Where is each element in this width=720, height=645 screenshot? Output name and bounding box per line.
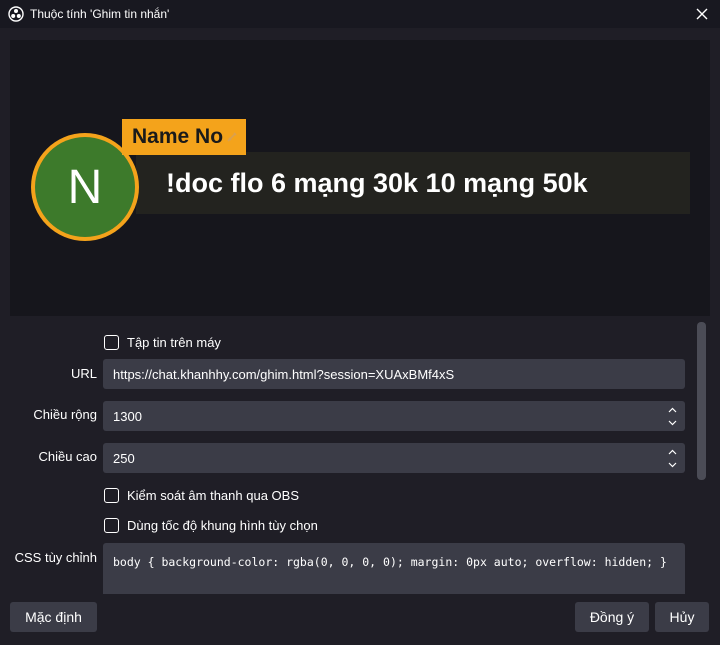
width-label: Chiều rộng bbox=[33, 407, 97, 422]
pinned-message-text: !doc flo 6 mạng 30k 10 mạng 50k bbox=[166, 167, 588, 198]
audio-control-option[interactable]: Kiểm soát âm thanh qua OBS bbox=[104, 485, 299, 505]
form-scrollbar[interactable] bbox=[697, 322, 706, 480]
audio-control-label: Kiểm soát âm thanh qua OBS bbox=[127, 487, 299, 503]
height-stepper[interactable] bbox=[667, 445, 677, 471]
author-name-tag: Name No bbox=[122, 119, 247, 155]
ok-button-label: Đồng ý bbox=[589, 609, 635, 625]
css-label: CSS tùy chỉnh bbox=[14, 550, 97, 565]
sword-badge-icon bbox=[227, 132, 237, 142]
obs-logo-icon bbox=[8, 6, 24, 22]
cancel-button[interactable]: Hủy bbox=[655, 602, 709, 632]
custom-fps-checkbox[interactable] bbox=[104, 517, 119, 533]
width-spinbox[interactable]: 1300 bbox=[103, 401, 685, 431]
local-file-label: Tập tin trên máy bbox=[127, 334, 221, 350]
url-label: URL bbox=[70, 366, 97, 381]
width-stepper[interactable] bbox=[667, 403, 677, 429]
author-name: Name No bbox=[132, 125, 224, 148]
url-value: https://chat.khanhhy.com/ghim.html?sessi… bbox=[113, 366, 455, 382]
audio-control-checkbox[interactable] bbox=[104, 487, 119, 503]
url-input[interactable]: https://chat.khanhhy.com/ghim.html?sessi… bbox=[103, 359, 685, 389]
local-file-checkbox[interactable] bbox=[104, 334, 119, 350]
chevron-up-icon[interactable] bbox=[668, 449, 677, 455]
pinned-message-box: !doc flo 6 mạng 30k 10 mạng 50k bbox=[136, 152, 690, 214]
title-bar: Thuộc tính 'Ghim tin nhắn' bbox=[0, 0, 720, 28]
defaults-button[interactable]: Mặc định bbox=[10, 602, 97, 632]
width-value: 1300 bbox=[113, 408, 142, 424]
close-icon bbox=[696, 8, 708, 20]
chevron-up-icon[interactable] bbox=[668, 407, 677, 413]
close-button[interactable] bbox=[692, 4, 712, 24]
custom-fps-option[interactable]: Dùng tốc độ khung hình tùy chọn bbox=[104, 515, 318, 535]
chevron-down-icon[interactable] bbox=[668, 420, 677, 426]
custom-fps-label: Dùng tốc độ khung hình tùy chọn bbox=[127, 517, 318, 533]
defaults-button-label: Mặc định bbox=[25, 609, 82, 625]
local-file-option[interactable]: Tập tin trên máy bbox=[104, 332, 221, 352]
chevron-down-icon[interactable] bbox=[668, 462, 677, 468]
avatar-letter: N bbox=[67, 160, 103, 214]
height-spinbox[interactable]: 250 bbox=[103, 443, 685, 473]
custom-css-textarea[interactable]: body { background-color: rgba(0, 0, 0, 0… bbox=[103, 543, 685, 594]
properties-form: Tập tin trên máy URL https://chat.khanhh… bbox=[0, 318, 720, 594]
custom-css-value: body { background-color: rgba(0, 0, 0, 0… bbox=[113, 555, 667, 569]
height-label: Chiều cao bbox=[38, 449, 97, 464]
window-title: Thuộc tính 'Ghim tin nhắn' bbox=[30, 7, 170, 21]
source-preview: !doc flo 6 mạng 30k 10 mạng 50k N Name N… bbox=[10, 40, 710, 316]
height-value: 250 bbox=[113, 450, 135, 466]
ok-button[interactable]: Đồng ý bbox=[575, 602, 649, 632]
cancel-button-label: Hủy bbox=[669, 609, 695, 625]
avatar: N bbox=[35, 137, 135, 237]
